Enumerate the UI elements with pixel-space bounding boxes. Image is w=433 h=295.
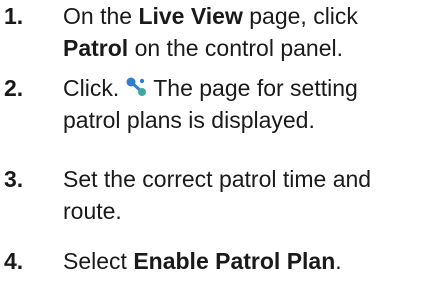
text-segment: patrol plans is displayed.: [63, 107, 315, 133]
ui-term-live-view: Live View: [138, 3, 243, 29]
step-line: Click. The page for setting: [63, 72, 428, 104]
step-line: On the Live View page, click: [63, 0, 428, 32]
ui-term-enable-patrol-plan: Enable Patrol Plan: [133, 248, 336, 274]
step-text: Click. The page for setting patrol plans…: [63, 72, 428, 136]
step-line: Select Enable Patrol Plan.: [63, 245, 428, 277]
text-segment: page, click: [242, 3, 358, 29]
step-line: patrol plans is displayed.: [63, 104, 428, 136]
text-segment: The page for setting: [153, 75, 358, 101]
step-text: Set the correct patrol time and route.: [63, 163, 428, 227]
step-line: Patrol on the control panel.: [63, 32, 428, 64]
text-segment: Select: [63, 248, 134, 274]
text-segment: .: [335, 248, 342, 274]
ui-term-patrol: Patrol: [63, 35, 129, 61]
patrol-icon: [125, 76, 149, 98]
step-line: Set the correct patrol time and: [63, 166, 372, 192]
text-segment: On the: [63, 3, 139, 29]
text-segment: on the control panel.: [128, 35, 344, 61]
step-number: 2.: [4, 75, 24, 101]
step-line: route.: [63, 198, 122, 224]
step-text: On the Live View page, click Patrol on t…: [63, 0, 428, 64]
step-number: 4.: [4, 248, 24, 274]
instruction-steps: 1. On the Live View page, click Patrol o…: [0, 0, 433, 295]
step-number: 1.: [4, 3, 24, 29]
step-number: 3.: [4, 166, 24, 192]
step-text: Select Enable Patrol Plan.: [63, 245, 428, 277]
text-segment: Click.: [63, 75, 120, 101]
